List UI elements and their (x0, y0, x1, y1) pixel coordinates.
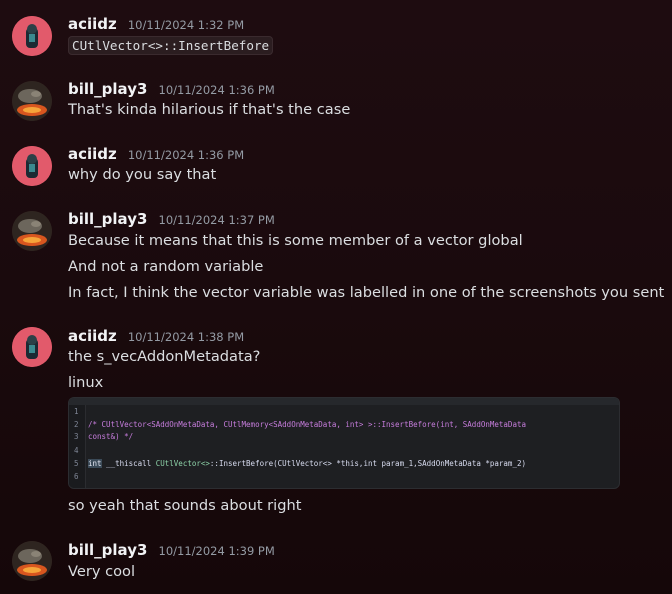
code-line: int __thiscall CUtlVector<>::InsertBefor… (88, 457, 526, 470)
timestamp: 10/11/2024 1:32 PM (127, 18, 245, 32)
message-text: And not a random variable (68, 258, 264, 275)
message-text: That's kinda hilarious if that's the cas… (68, 101, 351, 118)
avatar-bill-icon[interactable] (12, 541, 52, 581)
username[interactable]: bill_play3 (68, 80, 147, 98)
inline-code: CUtlVector<>::InsertBefore (68, 36, 274, 55)
timestamp: 10/11/2024 1:36 PM (158, 83, 275, 97)
username[interactable]: aciidz (68, 327, 117, 345)
username[interactable]: bill_play3 (68, 541, 147, 559)
code-type: CUtlVector<> (155, 459, 210, 468)
avatar-aciidz-icon[interactable] (12, 327, 52, 367)
message-text: the s_vecAddonMetadata? (68, 348, 261, 365)
message-text: Because it means that this is some membe… (68, 232, 523, 249)
message-text: so yeah that sounds about right (68, 497, 302, 514)
username[interactable]: aciidz (68, 145, 117, 163)
username[interactable]: aciidz (68, 15, 117, 33)
timestamp: 10/11/2024 1:38 PM (127, 330, 245, 344)
message-text: Very cool (68, 563, 136, 580)
code-text: ::InsertBefore(CUtlVector<> *this,int pa… (209, 459, 526, 468)
avatar-bill-icon[interactable] (12, 211, 52, 251)
code-text: __thiscall (101, 459, 156, 468)
code-image-titlebar (69, 398, 619, 405)
message-text: why do you say that (68, 166, 217, 183)
avatar-bill-icon[interactable] (12, 81, 52, 121)
code-screenshot-image[interactable]: 1 2 /* CUtlVector<SAddOnMetaData, CUtlMe… (68, 397, 620, 489)
timestamp: 10/11/2024 1:36 PM (127, 148, 245, 162)
line-number: 4 (74, 446, 79, 455)
line-number: 6 (74, 472, 79, 481)
code-keyword: int (88, 459, 102, 468)
message-text: In fact, I think the vector variable was… (68, 284, 665, 301)
code-comment: const&) */ (88, 432, 134, 441)
line-number: 5 (74, 459, 79, 468)
message-text: CUtlVector<>::InsertBefore (68, 36, 274, 56)
username[interactable]: bill_play3 (68, 210, 147, 228)
line-number: 1 (74, 407, 79, 416)
line-number: 3 (74, 432, 79, 441)
timestamp: 10/11/2024 1:37 PM (158, 213, 275, 227)
message-text: linux (68, 374, 104, 391)
timestamp: 10/11/2024 1:39 PM (158, 544, 275, 558)
avatar-aciidz-icon[interactable] (12, 146, 52, 186)
avatar-aciidz-icon[interactable] (12, 16, 52, 56)
